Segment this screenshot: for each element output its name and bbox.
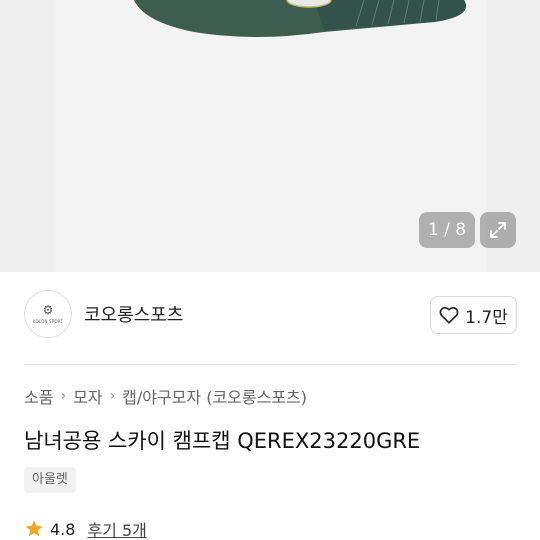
breadcrumb-item-accessories[interactable]: 소품	[24, 384, 53, 408]
rating-row: 4.8 후기 5개	[24, 517, 147, 540]
product-image-gallery[interactable]: 1 / 8	[0, 0, 540, 272]
brand-logo-mark-icon: ⚙	[42, 303, 54, 317]
brand-row: ⚙ KOLON SPORT 코오롱스포츠 1.7만	[0, 272, 540, 356]
brand-logo[interactable]: ⚙ KOLON SPORT	[24, 290, 72, 338]
cap-image	[134, 0, 466, 37]
image-counter-text: 1 / 8	[427, 220, 467, 240]
brand-logo-text: KOLON SPORT	[32, 319, 64, 324]
rating-value: 4.8	[50, 519, 76, 539]
heart-icon	[439, 306, 459, 324]
image-counter: 1 / 8	[419, 212, 475, 248]
breadcrumb: 소품 › 모자 › 캡/야구모자 (코오롱스포츠)	[24, 384, 307, 408]
like-button[interactable]: 1.7만	[430, 296, 517, 334]
divider	[24, 364, 516, 365]
expand-icon	[490, 222, 506, 238]
expand-button[interactable]	[480, 212, 516, 248]
chevron-right-icon: ›	[60, 388, 67, 404]
brand-name[interactable]: 코오롱스포츠	[84, 301, 183, 327]
outlet-badge: 아울렛	[24, 467, 76, 493]
star-icon	[25, 520, 43, 537]
chevron-right-icon: ›	[109, 388, 116, 404]
like-count: 1.7만	[465, 307, 508, 328]
review-count-link[interactable]: 후기 5개	[87, 517, 146, 540]
product-title: 남녀공용 스카이 캠프캡 QEREX23220GRE	[24, 429, 421, 453]
breadcrumb-item-hats[interactable]: 모자	[73, 384, 102, 408]
breadcrumb-item-caps[interactable]: 캡/야구모자 (코오롱스포츠)	[122, 384, 307, 408]
